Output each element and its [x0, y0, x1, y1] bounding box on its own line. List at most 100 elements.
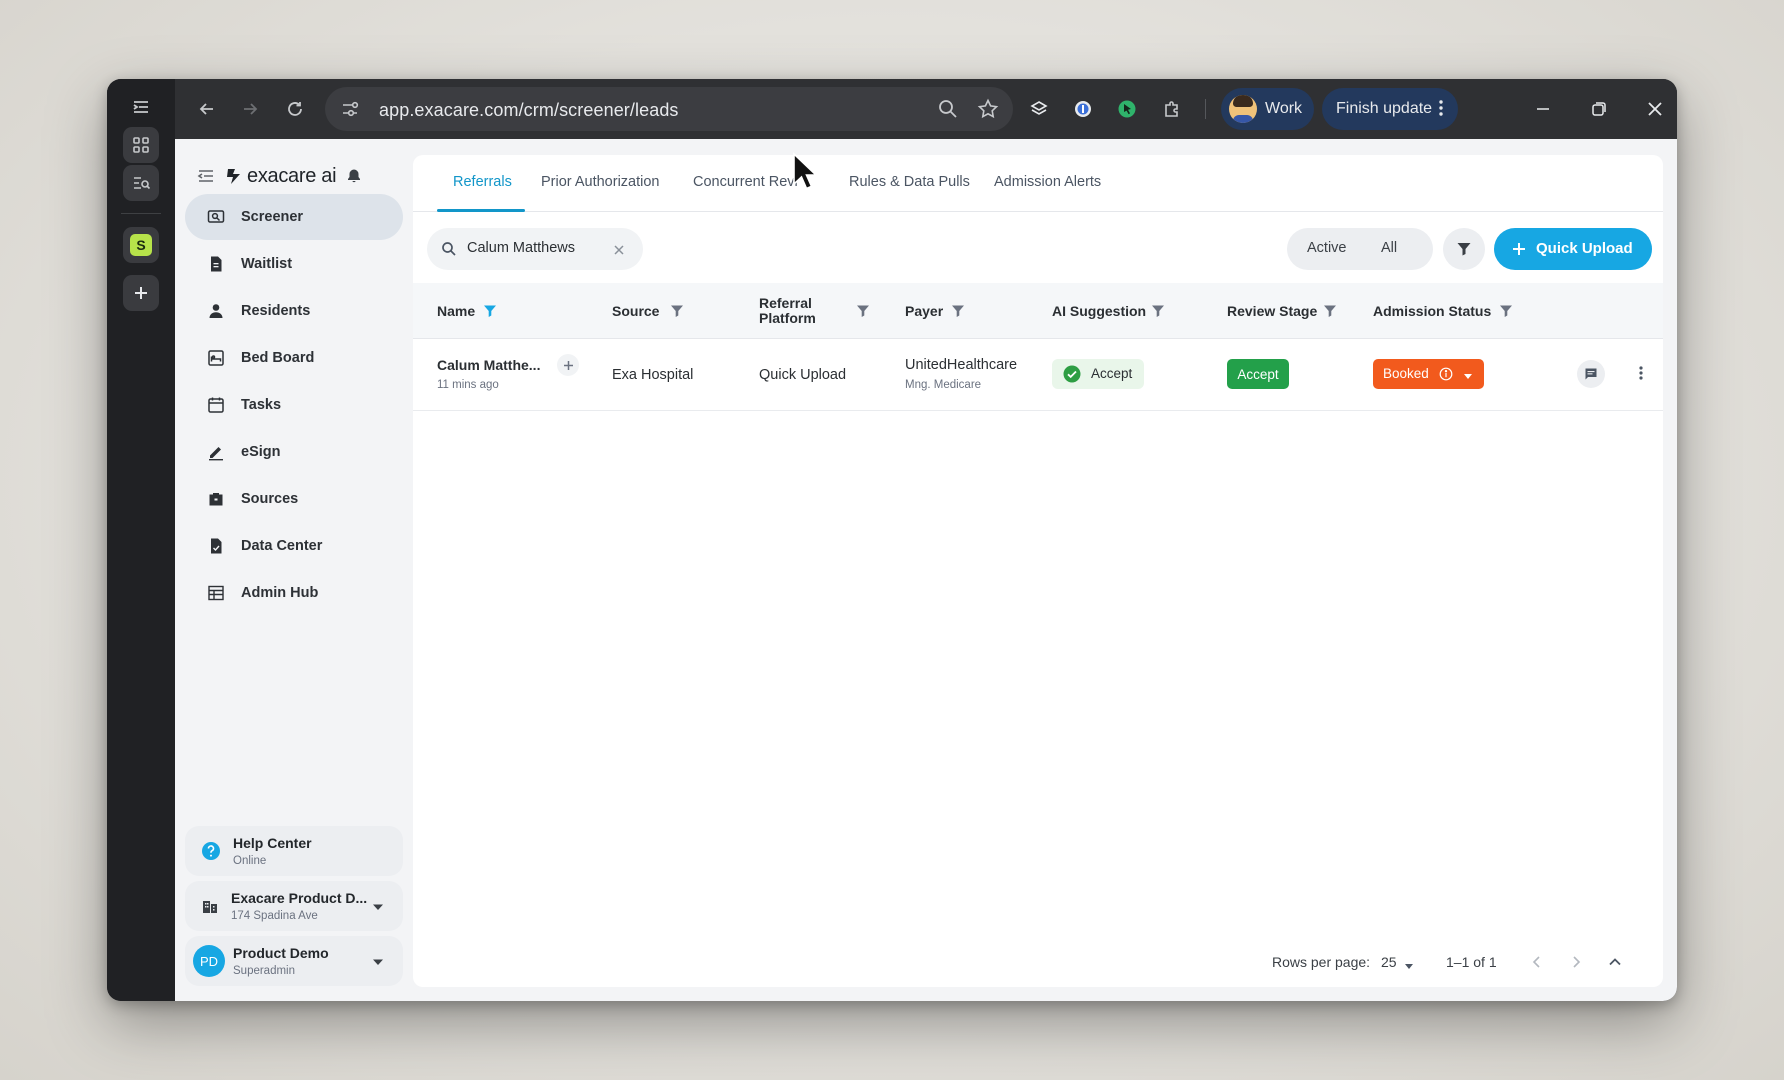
column-referral-platform-line2[interactable]: Platform — [759, 311, 816, 326]
screener-icon — [207, 210, 225, 223]
sidebar-item-sources[interactable]: Sources — [185, 476, 403, 522]
briefcase-icon — [209, 493, 223, 506]
tab-concurrent-review[interactable]: Concurrent Revi — [693, 174, 798, 190]
admission-status-filter-icon[interactable] — [1499, 304, 1513, 318]
sidebar-item-admin-hub[interactable]: Admin Hub — [185, 570, 403, 616]
finish-update-label: Finish update — [1336, 100, 1433, 117]
sidebar-item-label: Residents — [241, 303, 311, 319]
help-center-status: Online — [233, 855, 267, 867]
toggle-active[interactable]: Active — [1307, 240, 1347, 256]
referral-source: Exa Hospital — [612, 367, 694, 383]
search-value[interactable]: Calum Matthews — [467, 240, 575, 256]
sidebar-item-bed-board[interactable]: Bed Board — [185, 335, 403, 381]
previous-page-icon[interactable] — [1529, 954, 1545, 970]
more-vert-icon[interactable] — [1637, 363, 1645, 383]
new-tab-icon[interactable] — [123, 275, 159, 311]
avatar — [1229, 95, 1257, 123]
sidebar-item-label: Bed Board — [241, 350, 315, 366]
notification-bell-icon[interactable] — [346, 168, 362, 184]
exacare-tab-icon[interactable]: S — [123, 227, 159, 263]
sidebar-item-tasks[interactable]: Tasks — [185, 382, 403, 428]
password-manager-icon[interactable] — [1069, 95, 1097, 123]
column-review-stage[interactable]: Review Stage — [1227, 304, 1317, 319]
bookmark-star-icon[interactable] — [977, 98, 999, 120]
column-payer[interactable]: Payer — [905, 304, 943, 319]
sidebar-item-esign[interactable]: eSign — [185, 429, 403, 475]
admission-status-dropdown[interactable]: Booked — [1373, 359, 1484, 389]
column-name[interactable]: Name — [437, 304, 475, 319]
close-window-icon[interactable] — [1641, 95, 1669, 123]
apps-grid-icon[interactable] — [123, 127, 159, 163]
collapse-tabs-icon[interactable] — [123, 89, 159, 125]
tab-search-icon[interactable] — [123, 165, 159, 201]
column-referral-platform-line1[interactable]: Referral — [759, 296, 812, 311]
cursor-extension-icon[interactable] — [1113, 95, 1141, 123]
sidebar-item-label: eSign — [241, 444, 281, 460]
sidebar-item-residents[interactable]: Residents — [185, 288, 403, 334]
rows-per-page-select[interactable]: 25 — [1381, 954, 1397, 970]
name-filter-icon[interactable] — [483, 304, 497, 318]
sidebar-item-screener[interactable]: Screener — [185, 194, 403, 240]
reload-icon[interactable] — [281, 95, 309, 123]
column-source[interactable]: Source — [612, 304, 659, 319]
zoom-icon[interactable] — [937, 98, 959, 120]
add-referral-icon[interactable] — [557, 354, 579, 376]
chevron-down-icon[interactable] — [1404, 958, 1414, 969]
layers-extension-icon[interactable] — [1025, 95, 1053, 123]
quick-upload-button[interactable]: Quick Upload — [1494, 228, 1652, 270]
sidebar-item-label: Waitlist — [241, 256, 293, 272]
ai-suggestion-badge[interactable]: Accept — [1052, 359, 1144, 389]
app-page: exacare ai Screener Waitlist Residents B… — [175, 139, 1677, 1001]
bed-board-icon — [208, 350, 224, 366]
toggle-all[interactable]: All — [1381, 240, 1397, 256]
sidebar-item-waitlist[interactable]: Waitlist — [185, 241, 403, 287]
collapse-sidebar-icon[interactable] — [197, 167, 215, 185]
sidebar-item-label: Admin Hub — [241, 585, 319, 601]
review-stage-filter-icon[interactable] — [1323, 304, 1337, 318]
review-stage-button[interactable]: Accept — [1227, 359, 1289, 389]
tab-prior-authorization[interactable]: Prior Authorization — [541, 174, 659, 190]
minimize-icon[interactable] — [1529, 95, 1557, 123]
referral-platform-filter-icon[interactable] — [856, 304, 870, 318]
finish-update-button[interactable]: Finish update — [1322, 88, 1458, 130]
tab-rules-data-pulls[interactable]: Rules & Data Pulls — [849, 174, 970, 190]
facility-selector[interactable]: Exacare Product D... 174 Spadina Ave — [185, 881, 403, 931]
column-admission-status[interactable]: Admission Status — [1373, 304, 1491, 319]
user-name: Product Demo — [233, 945, 329, 961]
chevron-down-icon — [1463, 369, 1473, 379]
source-filter-icon[interactable] — [670, 304, 684, 318]
more-vert-icon — [1434, 98, 1448, 123]
ai-suggestion-filter-icon[interactable] — [1151, 304, 1165, 318]
user-menu[interactable]: PD Product Demo Superadmin — [185, 936, 403, 986]
table-pagination: Rows per page: 25 1–1 of 1 — [413, 945, 1663, 979]
scroll-top-icon[interactable] — [1607, 954, 1623, 970]
calendar-icon — [208, 397, 224, 413]
restore-icon[interactable] — [1585, 95, 1613, 123]
extensions-puzzle-icon[interactable] — [1158, 95, 1186, 123]
profile-work-button[interactable]: Work — [1221, 88, 1314, 130]
tab-admission-alerts[interactable]: Admission Alerts — [994, 174, 1101, 190]
document-icon — [211, 538, 222, 554]
clear-search-icon[interactable] — [613, 243, 625, 255]
address-bar[interactable]: app.exacare.com/crm/screener/leads — [325, 87, 1013, 131]
table-row[interactable]: Calum Matthe... 11 mins ago Exa Hospital… — [413, 339, 1663, 411]
tab-referrals[interactable]: Referrals — [453, 174, 512, 190]
pagination-range: 1–1 of 1 — [1446, 954, 1497, 970]
help-icon — [201, 841, 221, 861]
browser-window: S app.exacare.com/crm/screener/leads Wor… — [107, 79, 1677, 1001]
back-icon[interactable] — [193, 95, 221, 123]
payer-filter-icon[interactable] — [951, 304, 965, 318]
url-text[interactable]: app.exacare.com/crm/screener/leads — [379, 100, 679, 121]
referral-platform: Quick Upload — [759, 367, 847, 383]
next-page-icon[interactable] — [1568, 954, 1584, 970]
referral-name[interactable]: Calum Matthe... — [437, 357, 540, 373]
comment-button[interactable] — [1577, 360, 1605, 388]
forward-icon[interactable] — [236, 95, 264, 123]
site-settings-icon[interactable] — [339, 98, 361, 120]
sidebar-item-data-center[interactable]: Data Center — [185, 523, 403, 569]
column-ai-suggestion[interactable]: AI Suggestion — [1052, 304, 1146, 319]
comment-icon — [1585, 368, 1597, 380]
search-input[interactable]: Calum Matthews — [427, 228, 643, 270]
help-center-card[interactable]: Help Center Online — [185, 826, 403, 876]
filter-button[interactable] — [1443, 228, 1485, 270]
